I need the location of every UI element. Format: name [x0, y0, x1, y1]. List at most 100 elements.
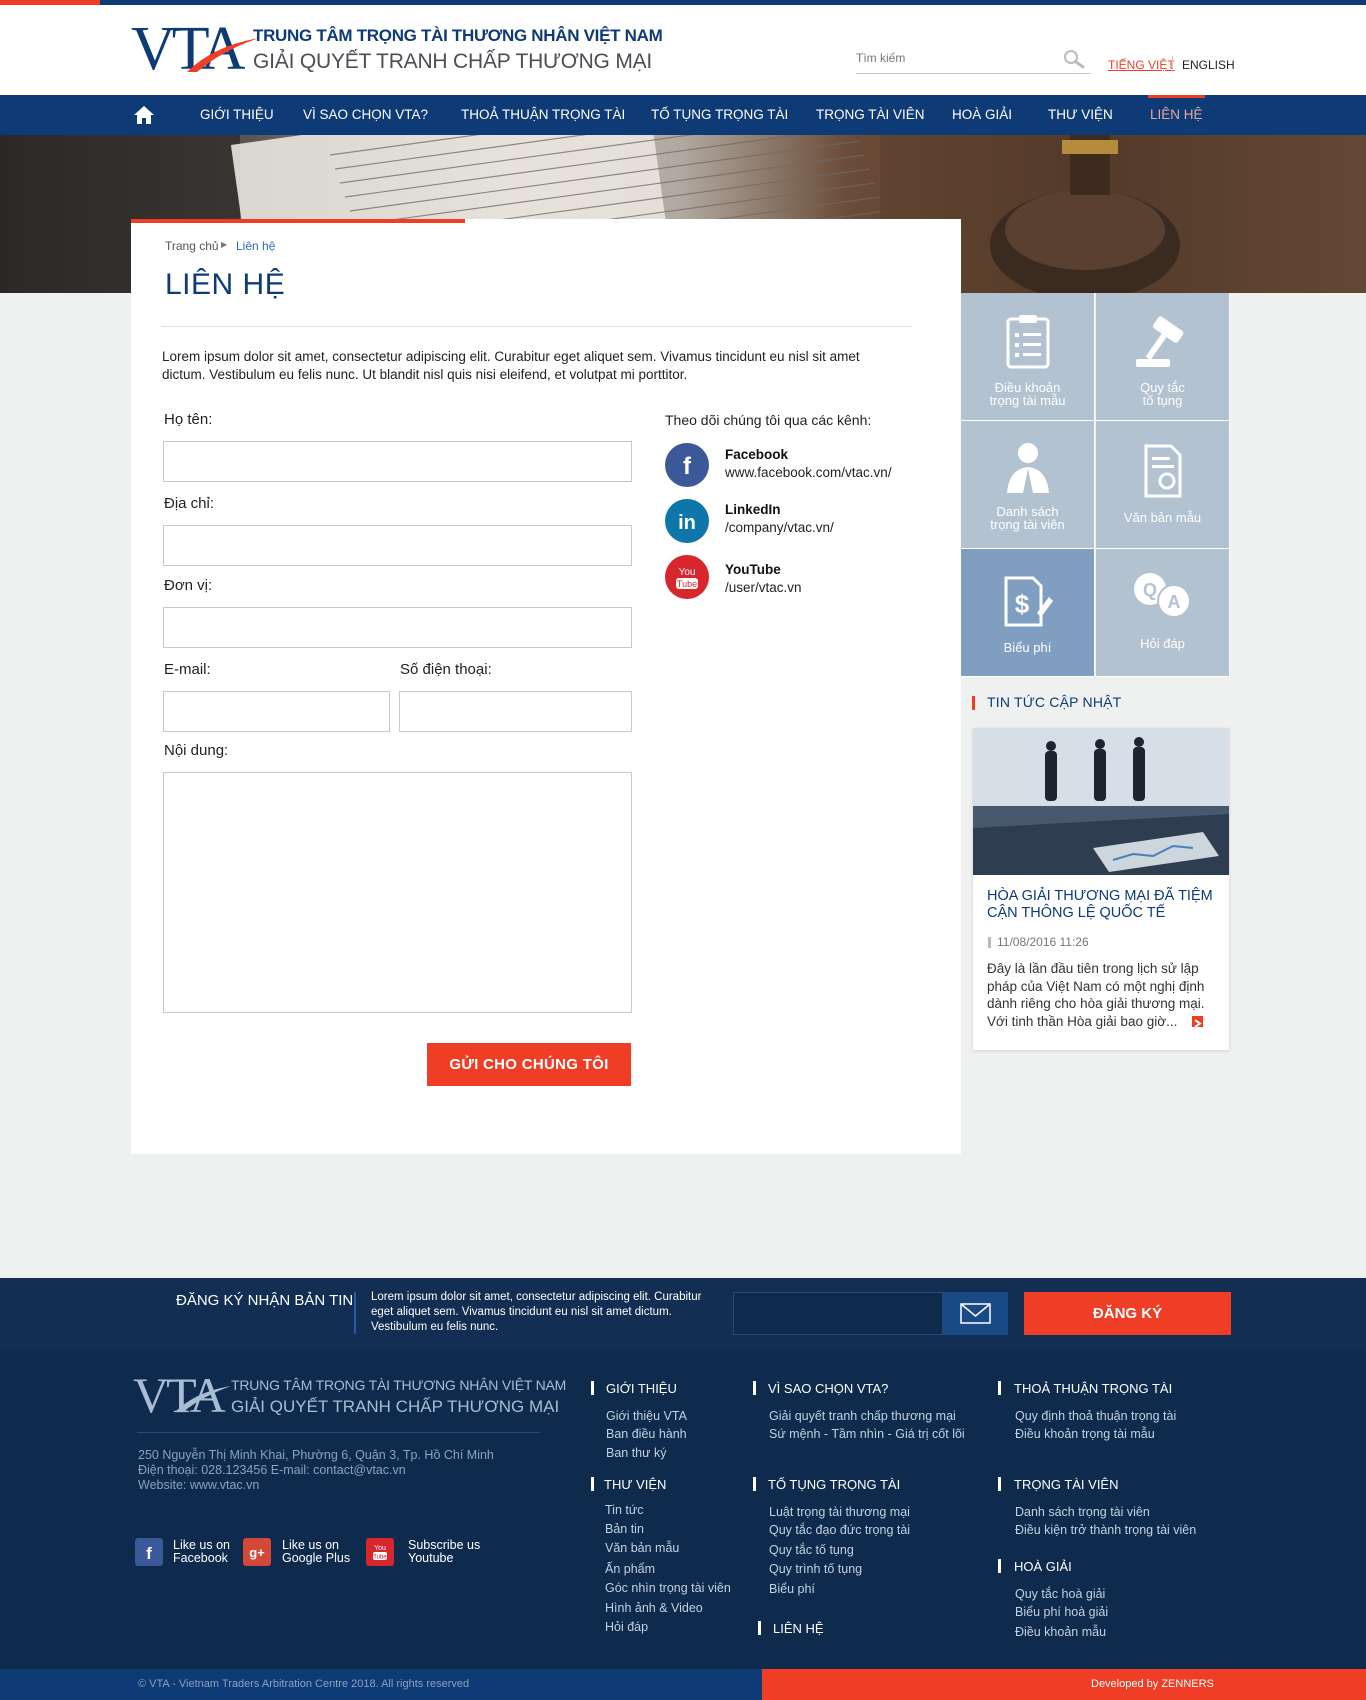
nav-item-gioi-thieu[interactable]: GIỚI THIỆU	[200, 95, 274, 135]
footer-link[interactable]: Văn bản mẫu	[605, 1541, 679, 1555]
footer-youtube-text[interactable]: Subscribe us Youtube	[408, 1539, 480, 1565]
footer-col-lien-he[interactable]: LIÊN HỆ	[773, 1621, 824, 1636]
footer-link[interactable]: Bản tin	[605, 1522, 644, 1536]
footer-google-plus-text[interactable]: Like us on Google Plus	[282, 1539, 350, 1565]
linkedin-icon[interactable]: in	[665, 499, 709, 543]
footer-link[interactable]: Ban điều hành	[606, 1427, 687, 1441]
footer-link[interactable]: Điều kiện trở thành trọng tài viên	[1015, 1523, 1196, 1537]
footer-col-bar	[753, 1477, 756, 1491]
youtube-link[interactable]: /user/vtac.vn	[725, 580, 802, 595]
footer-col-trong-tai-vien[interactable]: TRỌNG TÀI VIÊN	[1014, 1477, 1119, 1492]
footer-logo[interactable]: VTA	[133, 1370, 231, 1420]
tile-quy-tac[interactable]: Quy tắc tố tụng	[1096, 293, 1230, 421]
footer-link[interactable]: Hình ảnh & Video	[605, 1601, 703, 1615]
footer-youtube-icon[interactable]: You Tube	[366, 1538, 394, 1566]
tile-bieu-phi[interactable]: $ Biểu phí	[961, 549, 1095, 677]
nav-item-thu-vien[interactable]: THƯ VIỆN	[1048, 95, 1113, 135]
footer-col-bar	[998, 1477, 1001, 1491]
lang-vietnamese-link[interactable]: TIẾNG VIỆT	[1108, 58, 1175, 72]
news-image[interactable]	[973, 728, 1229, 875]
nav-item-to-tung[interactable]: TỐ TỤNG TRỌNG TÀI	[651, 95, 788, 135]
tile-van-ban[interactable]: Văn bản mẫu	[1096, 421, 1230, 549]
org-tagline: GIẢI QUYẾT TRANH CHẤP THƯƠNG MẠI	[253, 50, 653, 73]
footer-facebook-icon[interactable]: f	[135, 1538, 163, 1566]
email-field[interactable]	[163, 691, 390, 732]
footer-link[interactable]: Luật trọng tài thương mại	[769, 1505, 910, 1519]
news-date: 11/08/2016 11:26	[997, 935, 1089, 949]
footer-link[interactable]: Ấn phẩm	[605, 1562, 655, 1576]
footer-link[interactable]: Quy tắc đạo đức trọng tài	[769, 1523, 910, 1537]
address-field[interactable]	[163, 525, 632, 566]
name-label: Họ tên:	[164, 411, 213, 428]
nav-item-lien-he[interactable]: LIÊN HỆ	[1148, 95, 1205, 135]
nav-item-trong-tai-vien[interactable]: TRỌNG TÀI VIÊN	[816, 95, 925, 135]
footer-link[interactable]: Quy định thoả thuận trọng tài	[1015, 1409, 1176, 1423]
footer-col-thoa-thuan[interactable]: THOẢ THUẬN TRỌNG TÀI	[1014, 1381, 1172, 1396]
address-label: Địa chỉ:	[164, 495, 215, 512]
footer-col-thu-vien[interactable]: THƯ VIỆN	[604, 1477, 666, 1492]
content-textarea[interactable]	[163, 772, 632, 1013]
vta-logo[interactable]: VTA	[131, 18, 259, 80]
footer-link[interactable]: Điều khoản trọng tài mẫu	[1015, 1427, 1155, 1441]
svg-text:Tube: Tube	[677, 579, 697, 589]
footer-link[interactable]: Ban thư ký	[606, 1446, 666, 1460]
footer-link[interactable]: Tin tức	[605, 1503, 643, 1517]
search-icon[interactable]	[1063, 49, 1085, 69]
youtube-icon[interactable]: You Tube	[665, 555, 709, 599]
footer-link[interactable]: Sứ mệnh - Tầm nhìn - Giá trị cốt lõi	[769, 1427, 965, 1441]
footer-link[interactable]: Giải quyết tranh chấp thương mại	[769, 1409, 956, 1423]
subscribe-button[interactable]: ĐĂNG KÝ	[1024, 1292, 1231, 1335]
svg-text:f: f	[683, 453, 692, 480]
email-label: E-mail:	[164, 661, 211, 678]
footer-link[interactable]: Góc nhìn trọng tài viên	[605, 1581, 731, 1595]
footer-link[interactable]: Danh sách trọng tài viên	[1015, 1505, 1150, 1519]
footer-col-to-tung[interactable]: TỐ TỤNG TRỌNG TÀI	[768, 1477, 900, 1492]
nav-item-vi-sao[interactable]: VÌ SAO CHỌN VTA?	[303, 95, 428, 135]
search-input[interactable]	[856, 46, 1056, 65]
footer-divider	[137, 1432, 540, 1433]
unit-field[interactable]	[163, 607, 632, 648]
content-label: Nội dung:	[164, 742, 229, 759]
news-heading-bar	[972, 696, 975, 710]
news-title[interactable]: HÒA GIẢI THƯƠNG MẠI ĐÃ TIỆM CẬN THÔNG LỆ…	[987, 888, 1219, 922]
lang-english-link[interactable]: ENGLISH	[1182, 58, 1235, 72]
svg-text:in: in	[678, 512, 696, 534]
newsletter-email-input[interactable]	[733, 1292, 943, 1335]
facebook-link[interactable]: www.facebook.com/vtac.vn/	[725, 465, 892, 480]
footer-facebook-text[interactable]: Like us on Facebook	[173, 1539, 230, 1565]
footer-link[interactable]: Điều khoản mẫu	[1015, 1625, 1106, 1639]
lang-divider	[1172, 56, 1173, 72]
footer-link[interactable]: Giới thiệu VTA	[606, 1409, 687, 1423]
footer-link[interactable]: Biểu phí	[769, 1582, 815, 1596]
svg-text:$: $	[1014, 589, 1029, 619]
submit-button[interactable]: GỬI CHO CHÚNG TÔI	[427, 1043, 631, 1086]
footer-col-bar	[591, 1381, 594, 1395]
home-icon[interactable]	[133, 105, 155, 125]
footer-link[interactable]: Quy tắc tố tụng	[769, 1543, 854, 1557]
footer-link[interactable]: Quy tắc hoà giải	[1015, 1587, 1105, 1601]
nav-item-hoa-giai[interactable]: HOÀ GIẢI	[952, 95, 1012, 135]
footer-link[interactable]: Hỏi đáp	[605, 1620, 648, 1634]
footer-col-gioi-thieu[interactable]: GIỚI THIỆU	[606, 1381, 677, 1396]
name-field[interactable]	[163, 441, 632, 482]
read-more-icon[interactable]	[1192, 1016, 1203, 1028]
tile-danh-sach[interactable]: Danh sách trọng tài viên	[961, 421, 1095, 549]
footer-org-name: TRUNG TÂM TRỌNG TÀI THƯƠNG NHÂN VIỆT NAM	[231, 1377, 567, 1393]
logo-swoosh-icon	[187, 38, 259, 72]
footer-col-hoa-giai[interactable]: HOÀ GIẢI	[1014, 1559, 1072, 1574]
footer-phone-email: Điện thoại: 028.123456 E-mail: contact@v…	[138, 1463, 406, 1477]
phone-field[interactable]	[399, 691, 632, 732]
footer-col-vi-sao[interactable]: VÌ SAO CHỌN VTA?	[768, 1381, 888, 1396]
nav-item-thoa-thuan[interactable]: THOẢ THUẬN TRỌNG TÀI	[461, 95, 625, 135]
footer-link[interactable]: Biểu phí hoà giải	[1015, 1605, 1108, 1619]
tile-dieu-khoan[interactable]: Điều khoản trọng tài mẫu	[961, 293, 1095, 421]
footer-link[interactable]: Quy trình tố tụng	[769, 1562, 862, 1576]
org-name: TRUNG TÂM TRỌNG TÀI THƯƠNG NHÂN VIỆT NAM	[253, 26, 663, 45]
tile-hoi-dap[interactable]: Q A Hỏi đáp	[1096, 549, 1230, 677]
breadcrumb-home[interactable]: Trang chủ	[165, 239, 219, 253]
linkedin-link[interactable]: /company/vtac.vn/	[725, 520, 834, 535]
developer-credit[interactable]: Developed by ZENNERS	[1091, 1678, 1214, 1690]
footer-google-plus-icon[interactable]: g+	[243, 1538, 271, 1566]
svg-text:f: f	[146, 1544, 152, 1563]
facebook-icon[interactable]: f	[665, 443, 709, 487]
